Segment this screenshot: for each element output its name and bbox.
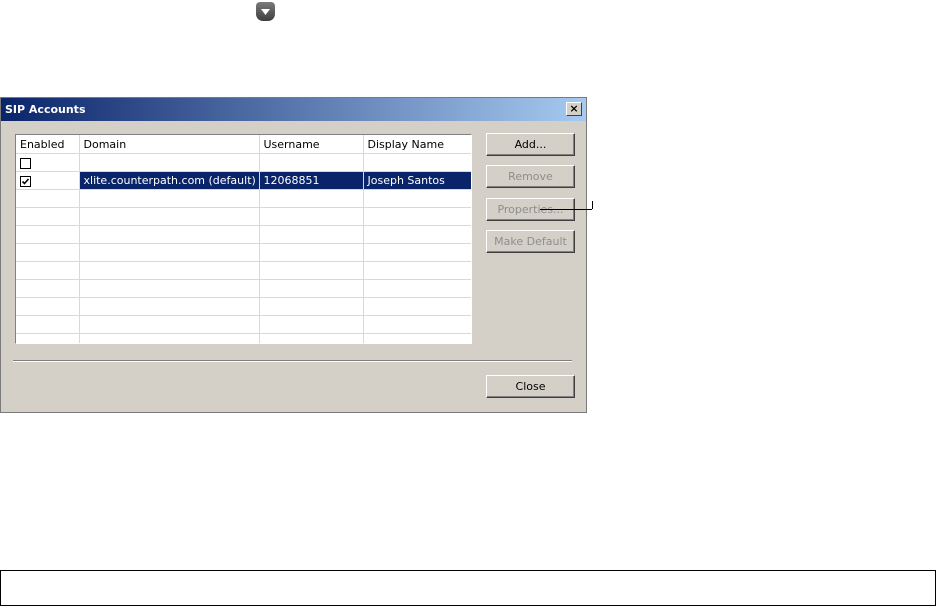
callout-tick <box>592 201 593 209</box>
column-header-display-name[interactable]: Display Name <box>363 135 471 154</box>
callout-line <box>540 209 592 210</box>
domain-cell <box>79 153 260 172</box>
enabled-checkbox[interactable] <box>20 157 31 169</box>
display-name-cell: Joseph Santos <box>363 171 471 190</box>
accounts-table: Enabled Domain Username Display Name xli… <box>15 134 472 344</box>
empty-row <box>16 225 471 244</box>
username-cell <box>259 153 364 172</box>
domain-cell: xlite.counterpath.com (default) <box>79 171 260 190</box>
sip-accounts-dialog: SIP Accounts × Enabled Domain Username D… <box>0 97 587 413</box>
table-row[interactable] <box>16 153 471 172</box>
empty-row <box>16 189 471 208</box>
empty-row <box>16 297 471 316</box>
add-button[interactable]: Add... <box>486 133 575 156</box>
display-name-cell <box>363 153 471 172</box>
dialog-titlebar[interactable]: SIP Accounts × <box>1 98 586 121</box>
empty-row <box>16 207 471 226</box>
make-default-button[interactable]: Make Default <box>486 230 575 253</box>
dialog-title: SIP Accounts <box>5 103 86 116</box>
column-header-username[interactable]: Username <box>259 135 364 154</box>
column-header-domain[interactable]: Domain <box>79 135 260 154</box>
footer-box <box>0 570 936 606</box>
empty-row <box>16 243 471 262</box>
separator <box>13 360 572 362</box>
enabled-checkbox[interactable] <box>20 175 31 187</box>
column-header-enabled[interactable]: Enabled <box>16 135 80 154</box>
empty-row <box>16 333 471 343</box>
remove-button[interactable]: Remove <box>486 165 575 188</box>
dropdown-arrow-icon[interactable] <box>256 2 275 21</box>
table-row[interactable]: xlite.counterpath.com (default) 12068851… <box>16 171 471 190</box>
empty-row <box>16 261 471 280</box>
checkmark-icon <box>21 177 30 185</box>
empty-row <box>16 279 471 298</box>
table-header-row: Enabled Domain Username Display Name <box>16 135 471 154</box>
username-cell: 12068851 <box>259 171 364 190</box>
empty-row <box>16 315 471 334</box>
close-icon[interactable]: × <box>566 102 582 116</box>
close-button[interactable]: Close <box>486 375 575 398</box>
